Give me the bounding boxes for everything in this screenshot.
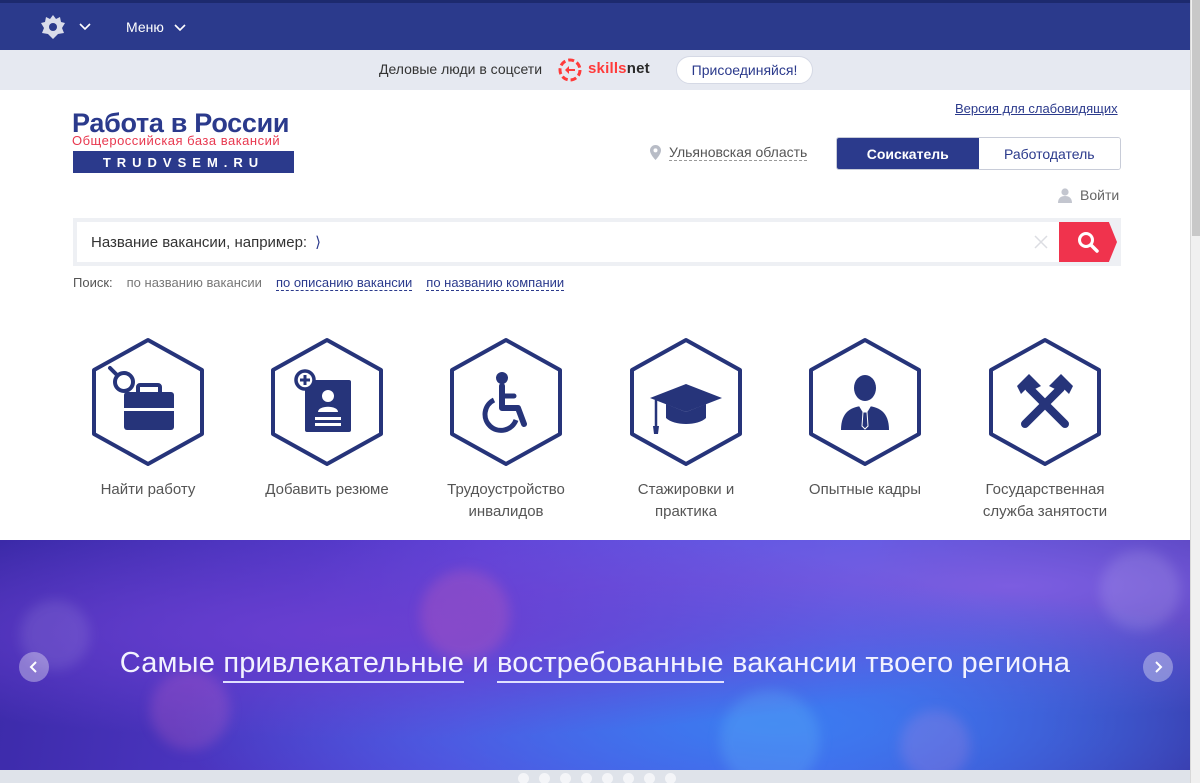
category-disabled-employment[interactable]: Трудоустройство инвалидов <box>416 336 596 523</box>
category-label: Опытные кадры <box>808 481 922 498</box>
search-input[interactable]: Название вакансии, например: ⟩ <box>77 222 1059 262</box>
bokeh-decoration <box>150 670 230 750</box>
hammers-icon <box>989 338 1101 466</box>
slider-pagination-dots <box>518 773 676 783</box>
promo-text: Деловые люди в соцсети <box>379 61 543 77</box>
search-mode-selector: Поиск: по названию вакансии по описанию … <box>73 275 565 291</box>
region-selector[interactable]: Ульяновская область <box>650 144 808 161</box>
graduation-cap-icon <box>630 338 742 466</box>
search-icon <box>1078 232 1099 253</box>
slider-dot[interactable] <box>539 773 550 783</box>
search-mode-vacancy-description[interactable]: по описанию вакансии <box>275 275 413 291</box>
role-employer-button[interactable]: Работодатель <box>978 138 1120 169</box>
slider-dot[interactable] <box>623 773 634 783</box>
banner-headline: Самые привлекательные и востребованные в… <box>0 647 1190 683</box>
category-state-employment-service[interactable]: Государственная служба занятости <box>955 336 1135 523</box>
login-button[interactable]: Войти <box>1058 187 1119 203</box>
banner-highlight[interactable]: востребованные <box>497 647 724 683</box>
slider-dot[interactable] <box>644 773 655 783</box>
category-find-job[interactable]: Найти работу <box>58 336 238 501</box>
slider-dot[interactable] <box>581 773 592 783</box>
slider-prev-button[interactable] <box>19 652 49 682</box>
slider-dot[interactable] <box>518 773 529 783</box>
search-button[interactable] <box>1059 222 1117 262</box>
category-internships[interactable]: Стажировки и практика <box>596 336 776 523</box>
bokeh-decoration <box>720 690 820 770</box>
coat-of-arms-icon[interactable] <box>40 13 66 41</box>
brand-prefix: skills <box>588 60 627 77</box>
login-label: Войти <box>1080 187 1120 203</box>
scrollbar-thumb[interactable] <box>1192 0 1200 236</box>
menu-label: Меню <box>126 19 164 35</box>
join-button[interactable]: Присоединяйся! <box>676 56 813 84</box>
category-label: Государственная служба занятости <box>982 481 1108 520</box>
skillsnet-logo-icon[interactable] <box>556 56 584 84</box>
slider-next-button[interactable] <box>1143 652 1173 682</box>
slider-dot[interactable] <box>560 773 571 783</box>
search-placeholder: Название вакансии, например: <box>91 233 308 251</box>
location-pin-icon <box>650 145 661 160</box>
bokeh-decoration <box>900 710 970 770</box>
category-label: Трудоустройство инвалидов <box>447 481 565 520</box>
chevron-right-icon <box>1155 661 1163 673</box>
role-jobseeker-button[interactable]: Соискатель <box>837 138 979 169</box>
chevron-down-icon <box>174 24 186 31</box>
category-add-resume[interactable]: Добавить резюме <box>237 336 417 501</box>
businessman-icon <box>809 338 921 466</box>
add-resume-icon <box>271 338 383 466</box>
category-label: Стажировки и практика <box>637 481 735 520</box>
top-navigation-bar: Меню <box>0 0 1190 50</box>
region-label: Ульяновская область <box>669 144 808 161</box>
site-logo-subtitle: Общероссийская база вакансий <box>72 133 281 148</box>
search-mode-vacancy-title[interactable]: по названию вакансии <box>127 275 262 291</box>
user-icon <box>1058 187 1072 203</box>
page-scrollbar[interactable] <box>1190 0 1200 783</box>
brand-suffix: net <box>626 60 650 77</box>
search-modes-label: Поиск: <box>73 275 113 290</box>
hero-banner-slider: Самые привлекательные и востребованные в… <box>0 540 1190 770</box>
role-switch: Соискатель Работодатель <box>836 137 1121 170</box>
banner-highlight[interactable]: привлекательные <box>223 647 465 683</box>
category-label: Найти работу <box>100 481 196 498</box>
category-experienced-staff[interactable]: Опытные кадры <box>775 336 955 501</box>
search-bar: Название вакансии, например: ⟩ <box>73 218 1121 266</box>
skillsnet-brand[interactable]: skillsnet <box>588 60 650 77</box>
site-logo-domain[interactable]: TRUDVSEM.RU <box>73 151 294 173</box>
slider-dot[interactable] <box>602 773 613 783</box>
search-mode-company-name[interactable]: по названию компании <box>426 275 565 291</box>
category-label: Добавить резюме <box>265 481 389 498</box>
clear-icon[interactable] <box>1033 234 1049 250</box>
briefcase-search-icon <box>92 338 204 466</box>
chevron-left-icon <box>29 661 37 673</box>
slider-dot[interactable] <box>665 773 676 783</box>
menu-button[interactable]: Меню <box>126 19 186 35</box>
accessible-version-link[interactable]: Версия для слабовидящих <box>955 101 1118 116</box>
search-suggestion: ⟩ <box>315 234 321 251</box>
wheelchair-icon <box>450 338 562 466</box>
chevron-down-icon[interactable] <box>78 21 92 31</box>
bokeh-decoration <box>1100 550 1180 630</box>
